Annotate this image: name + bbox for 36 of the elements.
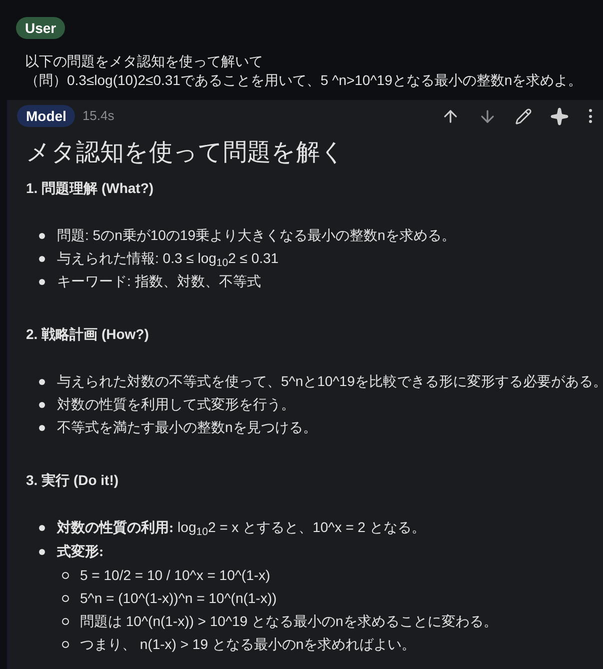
user-message-line: （問）0.3≤log(10)2≤0.31であることを用いて、5 ^n>10^19となる最小の整数nを求めよ。 — [25, 71, 584, 90]
user-badge: User — [16, 17, 66, 39]
edit-button[interactable] — [515, 108, 532, 124]
bullet-icon — [39, 549, 45, 555]
section-heading: 3. 実行 (Do it!) — [25, 471, 120, 490]
section-heading: 1. 問題理解 (What?) — [25, 179, 155, 198]
bullet-icon — [39, 425, 45, 431]
list-item-text: 問題は 10^(n(1-x)) > 10^19 となる最小のnを求めることに変わる。 — [80, 612, 498, 631]
list-item-text: つまり、 n(1-x) > 19 となる最小のnを求めればよい。 — [80, 635, 416, 654]
bullet-icon — [62, 618, 69, 625]
response-time: 15.4s — [82, 107, 114, 126]
bullet-icon — [62, 572, 69, 579]
list-item-text: 対数の性質の利用: log$_{10}$2 = x とすると、10^x = 2 となる。 — [57, 518, 426, 540]
list-item-text: 5^n = (10^(1-x))^n = 10^(n(1-x)) — [80, 589, 277, 608]
list-item-text: キーワード: 指数、対数、不等式 — [57, 272, 261, 291]
bullet-icon — [39, 279, 45, 285]
bullet-icon — [39, 256, 45, 262]
list-item-text: 不等式を満たす最小の整数nを見つける。 — [57, 418, 317, 437]
bullet-icon — [39, 402, 45, 408]
list-item-text: 問題: 5のn乗が10の19乗より大きくなる最小の整数nを求める。 — [57, 226, 456, 245]
response-title: メタ認知を使って問題を解く — [25, 138, 346, 168]
more-menu-button[interactable] — [587, 108, 593, 124]
bullet-icon — [62, 641, 69, 648]
list-item-text: 式変形: — [57, 542, 104, 562]
bullet-icon — [39, 525, 45, 531]
list-item-text: 与えられた情報: 0.3 ≤ log$_{10}$2 ≤ 0.31 — [57, 249, 279, 270]
bullet-icon — [62, 595, 69, 602]
bullet-icon — [39, 233, 45, 239]
user-message-line: 以下の問題をメタ認知を使って解いて — [25, 52, 264, 71]
bullet-icon — [39, 379, 45, 385]
list-item-text: 与えられた対数の不等式を使って、5^nと10^19を比較できる形に変形する必要がある。 — [57, 372, 603, 391]
list-item-text: 対数の性質を利用して式変形を行う。 — [57, 395, 295, 414]
section-heading: 2. 戦略計画 (How?) — [25, 325, 150, 344]
model-badge: Model — [17, 105, 76, 127]
sparkle-button[interactable] — [550, 106, 569, 126]
list-item-text: 5 = 10/2 = 10 / 10^x = 10^(1-x) — [80, 566, 270, 585]
